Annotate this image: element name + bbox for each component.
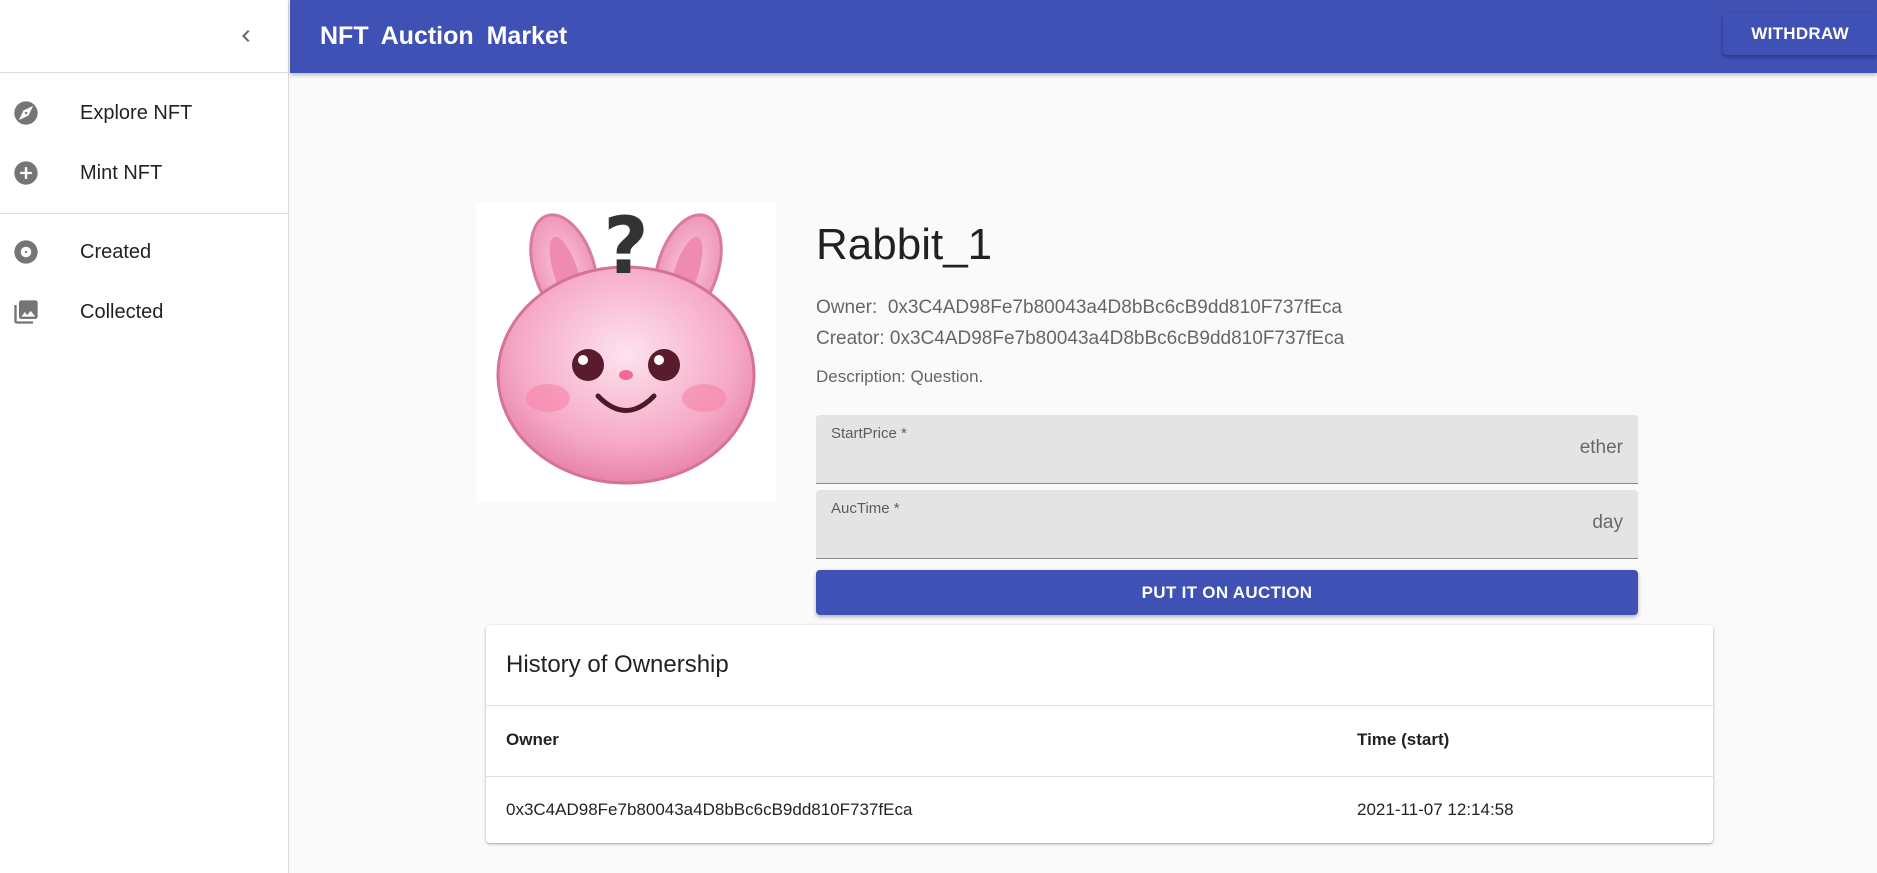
sidebar-header (0, 0, 288, 73)
sidebar-drawer: Explore NFT Mint NFT Created Collected (0, 0, 289, 873)
history-card: History of Ownership Owner Time (start) … (486, 625, 1713, 843)
start-price-input[interactable] (830, 445, 1534, 477)
creator-line: Creator: 0x3C4AD98Fe7b80043a4D8bBc6cB9dd… (816, 328, 1344, 350)
divider (486, 705, 1713, 706)
history-row-owner: 0x3C4AD98Fe7b80043a4D8bBc6cB9dd810F737fE… (506, 800, 913, 819)
image-library-icon (14, 300, 38, 324)
nav-item-mint[interactable]: Mint NFT (0, 143, 288, 203)
auc-time-unit: day (1592, 512, 1623, 533)
svg-text:?: ? (603, 203, 648, 292)
nft-image: ? (476, 202, 776, 503)
creator-address: 0x3C4AD98Fe7b80043a4D8bBc6cB9dd810F737fE… (889, 328, 1345, 349)
withdraw-button[interactable]: WITHDRAW (1723, 13, 1877, 55)
description-line: Description: Question. (816, 367, 983, 387)
nav-item-collected[interactable]: Collected (0, 282, 288, 342)
nft-name: Rabbit_1 (816, 220, 993, 269)
start-price-unit: ether (1579, 437, 1623, 458)
put-on-auction-button[interactable]: PUT IT ON AUCTION (816, 570, 1638, 615)
nav-primary: Explore NFT Mint NFT (0, 73, 288, 214)
rabbit-question-image: ? (496, 202, 756, 485)
nav-item-label: Created (80, 240, 152, 263)
description-label: Description: (816, 367, 906, 386)
add-circle-icon (14, 161, 38, 185)
nav-item-explore[interactable]: Explore NFT (0, 83, 288, 143)
start-price-label: StartPrice * (831, 425, 907, 442)
compass-icon (14, 101, 38, 125)
history-row-time: 2021-11-07 12:14:58 (1357, 800, 1514, 819)
collapse-sidebar-button[interactable] (228, 18, 264, 54)
disc-icon (14, 240, 38, 264)
auc-time-field[interactable]: AucTime * day (816, 490, 1638, 559)
owner-label: Owner: (816, 297, 878, 318)
chevron-left-icon (242, 30, 250, 42)
owner-line: Owner: 0x3C4AD98Fe7b80043a4D8bBc6cB9dd81… (816, 297, 1342, 319)
creator-label: Creator: (816, 328, 885, 349)
owner-address: 0x3C4AD98Fe7b80043a4D8bBc6cB9dd810F737fE… (887, 297, 1343, 318)
description-text: Question. (910, 367, 984, 386)
nav-item-label: Collected (80, 300, 164, 323)
column-header-time: Time (start) (1357, 730, 1450, 749)
app-title: NFT Auction Market (320, 22, 568, 50)
column-header-owner: Owner (506, 730, 559, 749)
nav-item-created[interactable]: Created (0, 222, 288, 282)
history-title: History of Ownership (506, 651, 729, 678)
auc-time-input[interactable] (830, 520, 1534, 552)
nav-secondary: Created Collected (0, 214, 288, 350)
start-price-field[interactable]: StartPrice * ether (816, 415, 1638, 484)
app-bar: NFT Auction Market WITHDRAW (290, 0, 1877, 73)
nav-item-label: Mint NFT (80, 161, 163, 184)
auc-time-label: AucTime * (831, 500, 900, 517)
nav-item-label: Explore NFT (80, 101, 193, 124)
divider (486, 776, 1713, 777)
